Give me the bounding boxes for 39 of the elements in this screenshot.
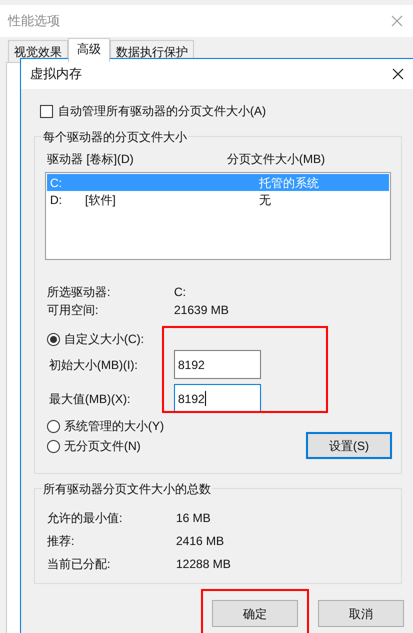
size-field[interactable]: 8192: [174, 384, 261, 413]
set-button[interactable]: 设置(S): [306, 432, 392, 459]
total-label: 推荐:: [47, 533, 76, 549]
radio-button[interactable]: [47, 332, 60, 346]
drive-letter: C:: [50, 176, 62, 190]
total-value: 12288 MB: [176, 556, 231, 572]
drive-letter: D:: [50, 192, 62, 206]
info-value: 21639 MB: [174, 302, 229, 318]
info-label: 所选驱动器:: [47, 284, 112, 300]
dialog-button[interactable]: 取消: [318, 600, 404, 627]
close-icon[interactable]: [392, 68, 404, 80]
info-value: C:: [174, 284, 186, 300]
checkbox-label: 自动管理所有驱动器的分页文件大小(A): [58, 103, 266, 120]
volume-label: [软件]: [85, 192, 116, 206]
info-label: 可用空间:: [47, 302, 100, 318]
total-label: 当前已分配:: [47, 556, 112, 572]
total-label: 允许的最小值:: [47, 510, 124, 526]
option-label: 自定义大小(C):: [64, 331, 144, 348]
option-label: 系统管理的大小(Y): [64, 418, 164, 435]
total-value: 2416 MB: [176, 533, 224, 549]
page-file-size: 无: [259, 192, 271, 208]
page-file-size: 托管的系统: [259, 174, 319, 192]
window-title: 性能选项: [8, 12, 60, 30]
radio-button[interactable]: [47, 440, 60, 452]
drive-row[interactable]: D: [软件] 无: [47, 191, 389, 208]
dialog-title: 虚拟内存: [30, 65, 82, 84]
size-field[interactable]: 8192: [174, 350, 261, 379]
column-header: 分页文件大小(MB): [227, 151, 325, 168]
dialog-button[interactable]: 确定: [212, 600, 298, 627]
checkbox[interactable]: [40, 104, 53, 118]
tab[interactable]: 高级: [68, 38, 110, 62]
field-label: 初始大小(MB)(I):: [48, 356, 139, 374]
total-value: 16 MB: [176, 510, 211, 526]
group-title: 所有驱动器分页文件大小的总数: [42, 480, 212, 498]
option-label: 无分页文件(N): [64, 438, 141, 455]
radio-button[interactable]: [47, 420, 60, 432]
group-title: 每个驱动器的分页文件大小: [42, 128, 188, 146]
field-label: 最大值(MB)(X):: [48, 390, 132, 408]
column-header: 驱动器 [卷标](D): [47, 151, 135, 168]
